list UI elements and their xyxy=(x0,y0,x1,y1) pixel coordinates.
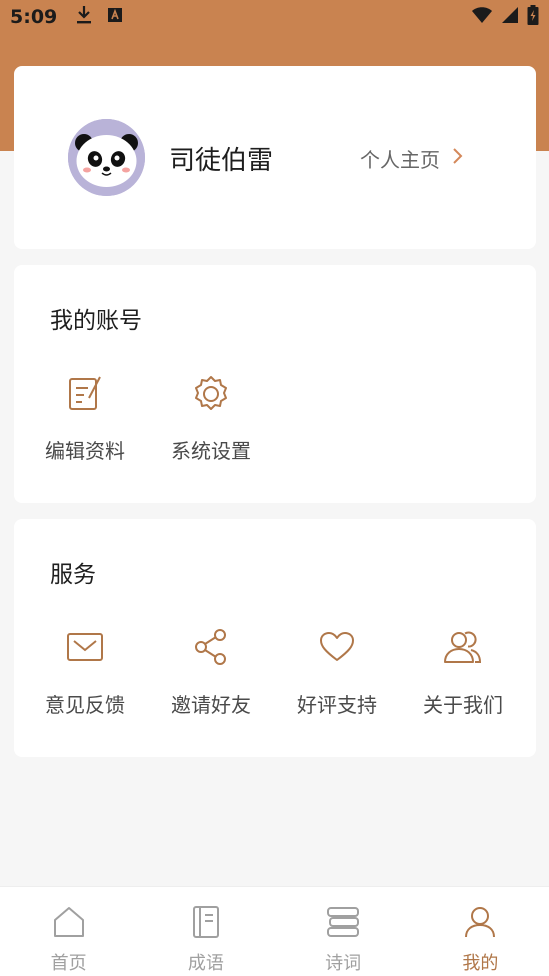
status-bar: 5:09 xyxy=(0,0,549,34)
settings-icon xyxy=(191,373,231,413)
person-icon xyxy=(463,905,497,943)
book-icon xyxy=(189,905,223,943)
edit-profile-icon xyxy=(65,373,105,413)
heart-icon xyxy=(317,627,357,667)
feedback-mail-icon xyxy=(65,627,105,667)
services-section: 服务 意见反馈 邀请好友 好评支持 关于我们 xyxy=(14,519,536,757)
about-us-button[interactable]: 关于我们 xyxy=(400,627,526,718)
tab-mine-label: 我的 xyxy=(462,953,499,974)
system-settings-button[interactable]: 系统设置 xyxy=(148,373,274,464)
services-section-title: 服务 xyxy=(50,562,96,588)
edit-profile-label: 编辑资料 xyxy=(45,439,125,463)
bottom-tab-bar: 首页 成语 诗词 我的 xyxy=(0,886,549,976)
status-time: 5:09 xyxy=(10,6,58,28)
edit-profile-button[interactable]: 编辑资料 xyxy=(22,373,148,464)
tab-home[interactable]: 首页 xyxy=(0,887,137,976)
signal-icon xyxy=(501,6,519,28)
rate-support-button[interactable]: 好评支持 xyxy=(274,627,400,718)
tab-mine[interactable]: 我的 xyxy=(412,887,549,976)
account-section: 我的账号 编辑资料 系统设置 xyxy=(14,265,536,503)
home-icon xyxy=(52,905,86,943)
tab-poetry[interactable]: 诗词 xyxy=(275,887,412,976)
feedback-button[interactable]: 意见反馈 xyxy=(22,627,148,718)
battery-charging-icon xyxy=(527,5,539,29)
panda-avatar-icon xyxy=(68,119,145,196)
feedback-label: 意见反馈 xyxy=(45,693,125,717)
about-us-label: 关于我们 xyxy=(423,693,503,717)
profile-name: 司徒伯雷 xyxy=(169,146,274,176)
personal-homepage-link[interactable]: 个人主页 xyxy=(360,144,464,173)
tab-idioms-label: 成语 xyxy=(187,953,224,974)
tab-home-label: 首页 xyxy=(50,953,87,974)
share-icon xyxy=(191,627,231,667)
system-settings-label: 系统设置 xyxy=(171,439,251,463)
tab-idioms[interactable]: 成语 xyxy=(137,887,274,976)
rate-support-label: 好评支持 xyxy=(297,693,377,717)
users-icon xyxy=(443,627,483,667)
chevron-right-icon xyxy=(452,146,464,171)
personal-homepage-label: 个人主页 xyxy=(360,148,440,172)
app-notification-icon xyxy=(107,7,123,27)
wifi-icon xyxy=(471,6,493,28)
invite-friends-label: 邀请好友 xyxy=(171,693,251,717)
books-stack-icon xyxy=(325,905,361,943)
download-icon xyxy=(75,5,93,29)
avatar[interactable] xyxy=(68,119,145,196)
invite-friends-button[interactable]: 邀请好友 xyxy=(148,627,274,718)
tab-poetry-label: 诗词 xyxy=(325,953,362,974)
account-section-title: 我的账号 xyxy=(50,308,142,334)
profile-card: 司徒伯雷 个人主页 xyxy=(14,66,536,249)
